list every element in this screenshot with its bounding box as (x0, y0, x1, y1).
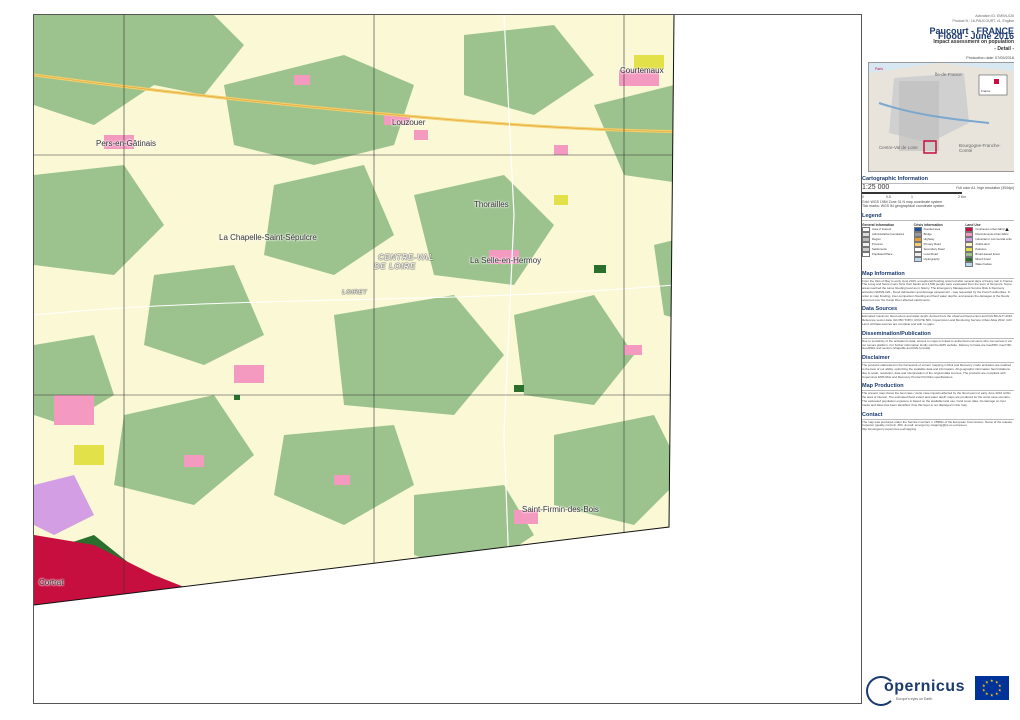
scale-tick: 2 Km (958, 195, 967, 200)
cartographic-heading: Cartographic Information (862, 176, 1014, 184)
place-label: Louzouer (392, 118, 426, 127)
dissemination-text: Due to sensitivity of the activation's d… (862, 338, 1012, 351)
legend: General information Area of Interest Adm… (862, 223, 1014, 267)
map-subtitle: Flood - June 2016 (937, 31, 1014, 41)
product-number: Product N.: 16-PAUCOURT, v1, English (952, 18, 1014, 23)
place-label: Saint-Firmin-des-Bois (522, 505, 599, 514)
disclaimer-heading: Disclaimer (862, 355, 1014, 364)
place-label: La Chapelle-Saint-Sépulcre (219, 233, 317, 242)
legend-item: Water bodies (965, 261, 1014, 267)
copernicus-logo-text: opernicus (884, 678, 965, 695)
inset-label: Bourgogne-Franche-Comté (959, 143, 1001, 153)
svg-text:★: ★ (995, 691, 999, 696)
dissemination-heading: Dissemination/Publication (862, 331, 1014, 339)
copernicus-tagline: Europe's eyes on Earth (896, 697, 933, 701)
scale-tick: 0.5 (886, 195, 891, 200)
region-label: LOIRET (342, 290, 367, 296)
scale-tick: 0 (862, 195, 864, 200)
overview-inset-map[interactable]: France Île-de-France Bourgogne-Franche-C… (868, 62, 1014, 172)
eu-flag-icon: ★ ★ ★ ★ ★ ★ ★ ★ ★ ★ (975, 676, 1009, 700)
map-canvas[interactable] (34, 15, 861, 703)
disclaimer-text: The products elaborated in the framework… (862, 363, 1011, 379)
map-production-heading: Map Production (862, 383, 1014, 392)
svg-text:★: ★ (990, 678, 994, 683)
tick-info: Tick marks: WGS 84 geographical coordina… (862, 204, 945, 209)
place-label: Pers-en-Gâtinais (96, 139, 157, 148)
svg-text:★: ★ (985, 680, 989, 685)
contact-text: The map was produced under the Service C… (862, 419, 1013, 432)
data-sources-text: Estimated maximum flood extent and water… (862, 314, 1013, 326)
production-date: Production date: 07/09/2016 (966, 56, 1014, 60)
region-label: DE LOIRE (374, 262, 416, 271)
scale-bar: 0 0.5 1 2 Km (862, 190, 1014, 200)
legend-item: Hydrography (913, 256, 963, 262)
legend-heading: Legend (862, 213, 1014, 221)
place-label: Thorailles (474, 200, 509, 209)
scale-tick: 1 (911, 195, 913, 200)
map-production-text: The present map shows the best case / wo… (862, 391, 1011, 407)
place-label: La Selle-en-Hermoy (470, 256, 542, 265)
svg-text:★: ★ (998, 688, 1002, 693)
svg-text:★: ★ (982, 688, 986, 693)
map-frame[interactable]: Courtemaux Louzouer Pers-en-Gâtinais Tho… (33, 14, 862, 704)
legend-item: Populated Place (862, 251, 911, 257)
map-detail: - Detail - (994, 46, 1014, 52)
region-label: CENTRE-VAL (378, 253, 434, 262)
data-sources-heading: Data Sources (862, 306, 1014, 315)
svg-text:★: ★ (990, 693, 994, 698)
map-info-text: From the 31st of May to early June 2016,… (862, 278, 1014, 302)
legend-column: General information Area of Interest Adm… (862, 223, 911, 267)
inset-label: Paris (875, 67, 883, 71)
inset-svg (869, 63, 1014, 171)
inset-label: Centre-Val de Loire (879, 145, 918, 150)
north-arrow-icon: ▲ (1004, 227, 1010, 233)
map-info-heading: Map Information (862, 271, 1014, 279)
inset-label: France (981, 89, 991, 93)
place-label: Courtemaux (620, 66, 664, 75)
legend-column: Crisis information Flooded area Bridge H… (913, 223, 963, 267)
info-panel: Activation ID: EMSN-026 Product N.: 16-P… (862, 14, 1014, 702)
inset-label: Île-de-France (935, 72, 962, 77)
map-purpose: Impact assessment on population (933, 39, 1014, 45)
place-label: Cortrat (39, 578, 64, 587)
contact-heading: Contact (862, 412, 1014, 420)
svg-text:★: ★ (985, 691, 989, 696)
